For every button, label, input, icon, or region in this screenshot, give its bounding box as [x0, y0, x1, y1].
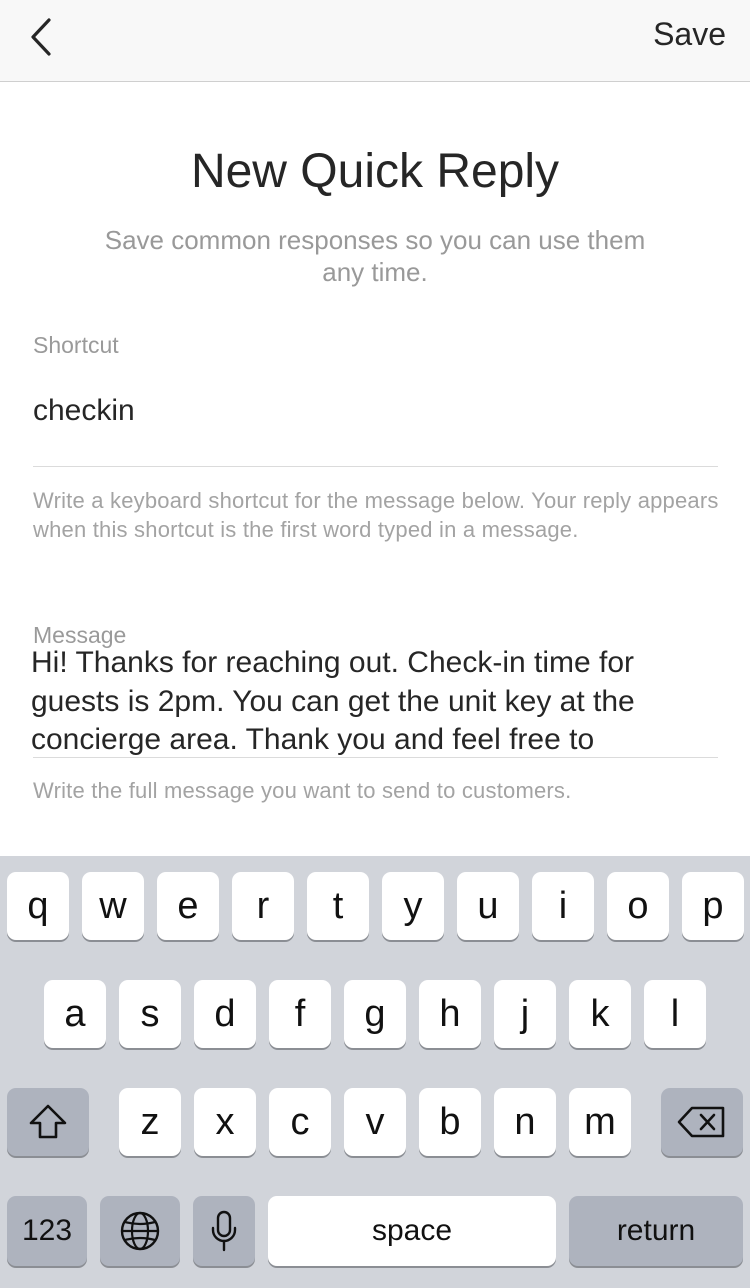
- key-w[interactable]: w: [82, 872, 144, 940]
- key-k[interactable]: k: [569, 980, 631, 1048]
- navigation-bar: Save: [0, 0, 750, 82]
- page-subtitle: Save common responses so you can use the…: [104, 225, 646, 287]
- key-f[interactable]: f: [269, 980, 331, 1048]
- shortcut-label: Shortcut: [33, 332, 119, 358]
- delete-icon: [677, 1106, 725, 1138]
- key-e[interactable]: e: [157, 872, 219, 940]
- shortcut-help-text: Write a keyboard shortcut for the messag…: [33, 488, 719, 542]
- keyboard: q w e r t y u i o p a s d f g h j k l z …: [0, 856, 750, 1288]
- key-s[interactable]: s: [119, 980, 181, 1048]
- key-g[interactable]: g: [344, 980, 406, 1048]
- key-y[interactable]: y: [382, 872, 444, 940]
- message-help-text: Write the full message you want to send …: [33, 778, 572, 803]
- key-n[interactable]: n: [494, 1088, 556, 1156]
- key-u[interactable]: u: [457, 872, 519, 940]
- back-button[interactable]: [14, 10, 70, 66]
- microphone-icon: [211, 1210, 237, 1252]
- key-b[interactable]: b: [419, 1088, 481, 1156]
- key-v[interactable]: v: [344, 1088, 406, 1156]
- key-d[interactable]: d: [194, 980, 256, 1048]
- key-l[interactable]: l: [644, 980, 706, 1048]
- key-a[interactable]: a: [44, 980, 106, 1048]
- shortcut-divider: [33, 466, 718, 467]
- save-button[interactable]: Save: [653, 16, 726, 53]
- shift-key[interactable]: [7, 1088, 89, 1156]
- chevron-left-icon: [31, 18, 51, 56]
- key-p[interactable]: p: [682, 872, 744, 940]
- shift-icon: [29, 1104, 67, 1139]
- numbers-key[interactable]: 123: [7, 1196, 87, 1266]
- page-title: New Quick Reply: [190, 145, 560, 198]
- key-i[interactable]: i: [532, 872, 594, 940]
- key-x[interactable]: x: [194, 1088, 256, 1156]
- key-c[interactable]: c: [269, 1088, 331, 1156]
- message-input[interactable]: Hi! Thanks for reaching out. Check-in ti…: [31, 644, 721, 756]
- key-o[interactable]: o: [607, 872, 669, 940]
- space-key[interactable]: space: [268, 1196, 556, 1266]
- delete-key[interactable]: [661, 1088, 743, 1156]
- message-divider: [33, 757, 718, 758]
- globe-icon: [120, 1211, 160, 1251]
- key-z[interactable]: z: [119, 1088, 181, 1156]
- key-t[interactable]: t: [307, 872, 369, 940]
- key-j[interactable]: j: [494, 980, 556, 1048]
- return-key[interactable]: return: [569, 1196, 743, 1266]
- shortcut-input[interactable]: [33, 394, 713, 428]
- microphone-key[interactable]: [193, 1196, 255, 1266]
- globe-key[interactable]: [100, 1196, 180, 1266]
- key-m[interactable]: m: [569, 1088, 631, 1156]
- key-h[interactable]: h: [419, 980, 481, 1048]
- key-q[interactable]: q: [7, 872, 69, 940]
- key-r[interactable]: r: [232, 872, 294, 940]
